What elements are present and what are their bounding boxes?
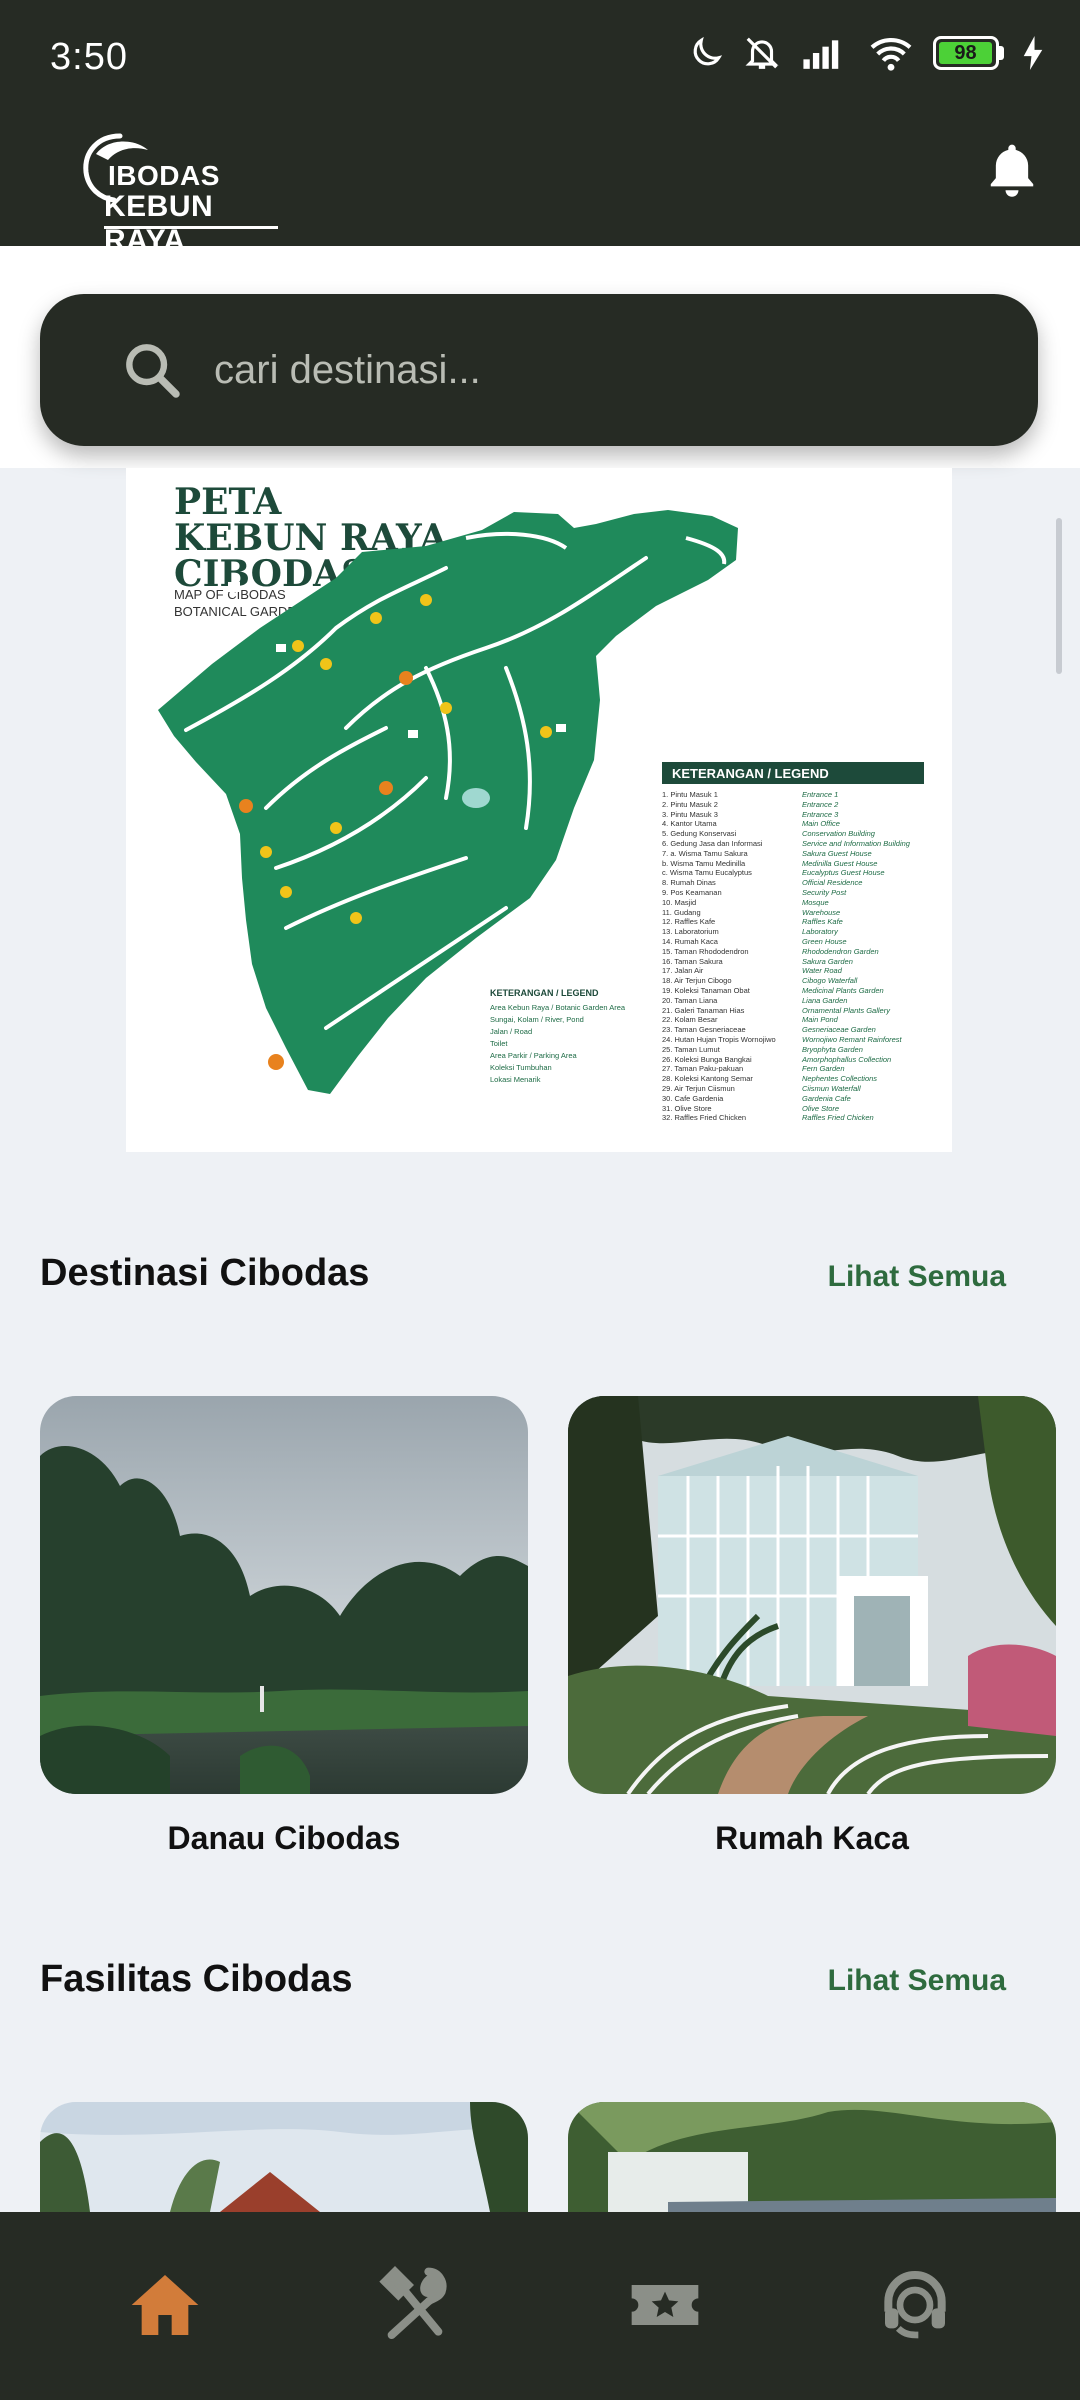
map-legend-row: 15. Taman Rhododendron Rhododendron Garde… [662, 946, 879, 956]
map-legend-row: 28. Koleksi Kantong Semar Nephentes Colle… [662, 1074, 878, 1084]
map-legend-row: 13. Laboratorium Laboratory [662, 927, 838, 937]
signal-icon [803, 40, 839, 69]
map-legend-row: 21. Galeri Tanaman Hias Ornamental Plants… [662, 1005, 890, 1015]
search-section: cari destinasi... [0, 246, 1080, 468]
map-mini-legend-row: Jalan / Road [490, 1027, 533, 1036]
map-legend-title: KETERANGAN / LEGEND [662, 762, 924, 784]
status-time: 3:50 [50, 36, 128, 78]
destination-card[interactable]: Rumah Kaca [568, 1396, 1056, 1857]
map-legend-row: 7. a. Wisma Tamu Sakura Sakura Guest Hous… [662, 848, 872, 858]
facilities-section-title: Fasilitas Cibodas [40, 1958, 353, 2000]
battery-indicator: 98 [933, 36, 1004, 70]
map-legend-row: 18. Air Terjun Cibogo Cibogo Waterfall [662, 976, 858, 986]
map-legend-row: 30. Cafe Gardenia Gardenia Cafe [662, 1093, 851, 1103]
search-placeholder: cari destinasi... [214, 347, 481, 392]
nav-support[interactable] [870, 2260, 960, 2350]
map-legend-row: 3. Pintu Masuk 3 Entrance 3 [662, 809, 839, 819]
moon-icon [693, 36, 723, 66]
map-mini-legend-row: Area Parkir / Parking Area [490, 1051, 577, 1060]
status-icons: 98 [687, 34, 1044, 72]
search-icon [126, 344, 180, 398]
map-legend-row: 22. Kolam Besar Main Pond [662, 1015, 838, 1025]
destinations-section-title: Destinasi Cibodas [40, 1252, 370, 1294]
facility-photo [568, 2102, 1056, 2212]
map-mini-legend-row: Area Kebun Raya / Botanic Garden Area [490, 1003, 626, 1012]
search-input[interactable]: cari destinasi... [40, 294, 1038, 446]
map-legend-row: 6. Gedung Jasa dan Informasi Service and … [662, 838, 910, 848]
destinations-see-all-link[interactable]: Lihat Semua [828, 1260, 1006, 1294]
rumah-kaca-photo [568, 1396, 1056, 1794]
map-mini-legend-row: Koleksi Tumbuhan [490, 1063, 552, 1072]
map-legend-row: 16. Taman Sakura Sakura Garden [662, 956, 853, 966]
map-legend-row: 23. Taman Gesneriaceae Gesneriaceae Garde… [662, 1025, 876, 1035]
map-mini-legend-row: Sungai, Kolam / River, Pond [490, 1015, 584, 1024]
map-legend-row: 17. Jalan Air Water Road [662, 966, 842, 976]
map-legend-row: b. Wisma Tamu Medinilla Medinilla Guest H… [662, 858, 878, 868]
map-legend-row: 11. Gudang Warehouse [662, 907, 841, 917]
map-legend-row: 20. Taman Liana Liana Garden [662, 995, 848, 1005]
destination-card-label: Danau Cibodas [167, 1820, 401, 1856]
ticket-icon [631, 2285, 699, 2325]
map-legend-row: 19. Koleksi Tanaman Obat Medicinal Plants… [662, 985, 884, 995]
wifi-icon [870, 37, 912, 71]
status-bar: 3:50 98 [0, 0, 1080, 120]
map-legend-row: 1. Pintu Masuk 1 Entrance 1 [662, 790, 839, 799]
app-header: 3:50 98 IBODAS KEBUN RAYA [0, 0, 1080, 257]
nav-home[interactable] [120, 2260, 210, 2350]
home-icon [131, 2275, 199, 2335]
map-legend-row: 29. Air Terjun Ciismun Ciismun Waterfall [662, 1083, 861, 1093]
map-legend-row: 32. Raffles Fried Chicken Raffles Fried C… [662, 1113, 874, 1123]
map-legend-row: 26. Koleksi Bunga Bangkai Amorphophallus … [662, 1054, 892, 1064]
map-mini-legend-row: Toilet [490, 1039, 508, 1048]
destination-card[interactable]: Danau Cibodas [40, 1396, 528, 1857]
map-legend-row: 25. Taman Lumut Bryophyta Garden [662, 1044, 863, 1054]
dining-icon [379, 2266, 447, 2339]
map-legend: 1. Pintu Masuk 1 Entrance 1 2. Pintu Masuk… [662, 790, 924, 1130]
charging-icon [1023, 36, 1043, 70]
support-icon [884, 2271, 946, 2339]
logo-text-top: IBODAS [108, 160, 220, 191]
map-legend-row: 27. Taman Paku-pakuan Fern Garden [662, 1064, 845, 1074]
map-legend-row: 2. Pintu Masuk 2 Entrance 2 [662, 799, 839, 809]
map-legend-row: 4. Kantor Utama Main Office [662, 819, 840, 829]
facility-card[interactable] [40, 2102, 528, 2212]
bell-muted-icon [745, 37, 779, 69]
danau-cibodas-photo [40, 1396, 528, 1794]
nav-dining[interactable] [370, 2260, 460, 2350]
facility-card[interactable] [568, 2102, 1056, 2212]
facility-photo [40, 2102, 528, 2212]
app-screen: 3:50 98 IBODAS KEBUN RAYA cari destinasi… [0, 0, 1080, 2400]
map-legend-row: 31. Olive Store Olive Store [662, 1103, 840, 1113]
destination-card-label: Rumah Kaca [715, 1820, 909, 1856]
facilities-see-all-link[interactable]: Lihat Semua [828, 1964, 1006, 1998]
bottom-navigation [0, 2212, 1080, 2400]
battery-level: 98 [939, 42, 992, 64]
map-legend-row: 5. Gedung Konservasi Conservation Buildin… [662, 829, 875, 839]
map-legend-row: c. Wisma Tamu Eucalyptus Eucalyptus Guest… [662, 868, 885, 878]
nav-ticket[interactable] [620, 2260, 710, 2350]
scrollbar[interactable] [1056, 518, 1062, 674]
bell-icon[interactable] [984, 140, 1040, 200]
map-legend-row: 24. Hutan Hujan Tropis Wornojiwo Wornojiw… [662, 1034, 902, 1044]
map-mini-legend: KETERANGAN / LEGEND Area Kebun Raya / Bo… [490, 988, 690, 1086]
map-legend-row: 9. Pos Keamanan Security Post [662, 887, 847, 897]
garden-map-image[interactable]: PETA KEBUN RAYA CIBODAS MAP OF CIBODAS B… [126, 468, 952, 1152]
map-legend-row: 10. Masjid Mosque [662, 897, 829, 907]
map-mini-legend-row: Lokasi Menarik [490, 1075, 541, 1084]
app-logo[interactable]: IBODAS KEBUN RAYA [78, 128, 298, 257]
map-legend-row: 12. Raffles Kafe Raffles Kafe [662, 917, 843, 927]
map-legend-row: 14. Rumah Kaca Green House [662, 936, 847, 946]
map-legend-row: 8. Rumah Dinas Official Residence [662, 878, 863, 888]
